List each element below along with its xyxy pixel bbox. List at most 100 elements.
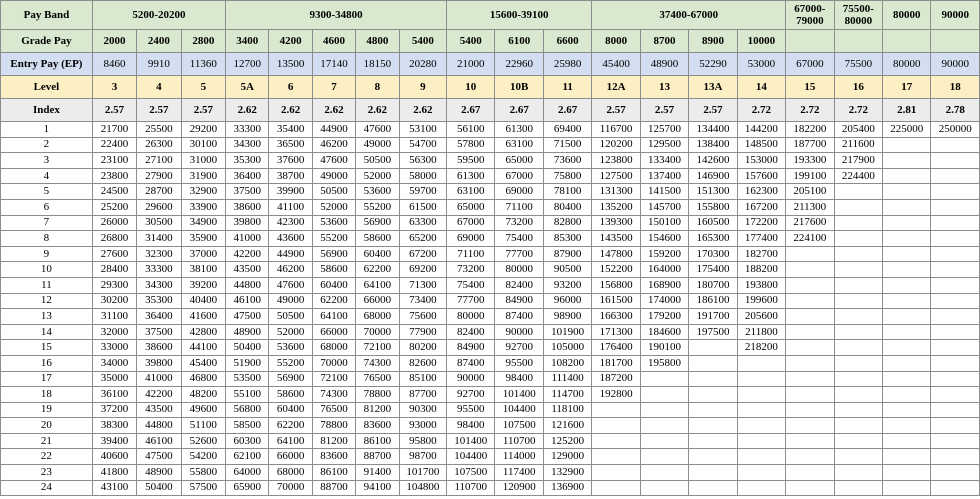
pay-cell: 37200	[91, 401, 138, 419]
pay-cell	[639, 464, 690, 481]
pay-cell: 157600	[736, 167, 787, 185]
pay-cell: 72100	[311, 370, 357, 388]
pay-cell: 57800	[446, 136, 496, 154]
entry-pay-cell: 75500	[833, 52, 884, 76]
pay-cell: 62100	[225, 448, 270, 466]
level-cell: 15	[785, 75, 835, 99]
pay-cell: 71300	[398, 276, 448, 294]
pay-cell: 191700	[688, 308, 738, 325]
pay-cell: 68000	[355, 308, 400, 325]
pay-cell: 36400	[136, 308, 182, 325]
pay-cell: 56900	[311, 245, 357, 263]
pay-cell: 135200	[591, 198, 641, 216]
pay-cell: 39800	[225, 214, 270, 232]
index-cell: 2.57	[639, 98, 690, 122]
row-index-cell: 18	[0, 386, 93, 403]
pay-cell: 120200	[591, 136, 641, 154]
grade-pay-cell: 2000	[91, 29, 138, 53]
pay-cell: 133400	[639, 152, 690, 169]
pay-cell: 107500	[494, 417, 544, 434]
pay-cell: 36400	[225, 167, 270, 185]
entry-pay-cell: 53000	[736, 52, 787, 76]
row-index-cell: 21	[0, 432, 93, 450]
grade-pay-cell: 4600	[311, 29, 357, 53]
pay-cell: 90000	[494, 323, 544, 341]
pay-cell: 59500	[446, 152, 496, 169]
pay-cell: 58500	[225, 417, 270, 434]
pay-cell: 28700	[136, 183, 182, 200]
pay-cell	[930, 183, 980, 200]
pay-cell	[882, 479, 932, 497]
row-index-cell: 4	[0, 167, 93, 185]
pay-band-group: 9300-34800	[225, 0, 448, 30]
pay-cell: 31000	[180, 152, 227, 169]
pay-cell	[882, 167, 932, 185]
index-cell: 2.57	[91, 98, 138, 122]
pay-cell: 43600	[268, 230, 313, 247]
row-index-cell: 23	[0, 464, 93, 481]
pay-cell: 168900	[639, 276, 690, 294]
row-index-cell: 10	[0, 261, 93, 278]
table-row: 7 26000 30500 34900 39800 42300 53600 56900 6330…	[0, 214, 980, 232]
table-row: 24 43100 50400 57500 65900 70000 88700 94100 104…	[0, 479, 980, 497]
pay-cell: 55200	[355, 198, 400, 216]
pay-cell: 179200	[639, 308, 690, 325]
pay-cell: 41100	[268, 198, 313, 216]
pay-cell: 49000	[268, 292, 313, 310]
pay-cell: 138400	[688, 136, 738, 154]
pay-cell	[833, 448, 884, 466]
grade-pay-cell: 5400	[398, 29, 448, 53]
pay-cell: 75400	[494, 230, 544, 247]
pay-cell	[785, 401, 835, 419]
pay-cell	[882, 417, 932, 434]
pay-cell: 55200	[311, 230, 357, 247]
pay-cell: 27100	[136, 152, 182, 169]
pay-cell: 64100	[355, 276, 400, 294]
pay-cell: 101900	[542, 323, 593, 341]
row-index-cell: 15	[0, 339, 93, 356]
row-index-cell: 11	[0, 276, 93, 294]
pay-cell	[688, 386, 738, 403]
grade-pay-cell	[882, 29, 932, 53]
pay-cell: 81200	[311, 432, 357, 450]
pay-cell: 92700	[446, 386, 496, 403]
pay-cell: 49000	[355, 136, 400, 154]
pay-cell: 114700	[542, 386, 593, 403]
pay-cell	[736, 401, 787, 419]
table-row: 15 33000 38600 44100 50400 53600 68000 72100 802…	[0, 339, 980, 356]
pay-cell: 28400	[91, 261, 138, 278]
pay-cell: 70000	[268, 479, 313, 497]
pay-cell: 60400	[311, 276, 357, 294]
pay-cell	[591, 417, 641, 434]
pay-cell	[833, 292, 884, 310]
pay-cell	[833, 261, 884, 278]
pay-cell: 45400	[180, 354, 227, 372]
row-index-cell: 6	[0, 198, 93, 216]
pay-cell: 56900	[355, 214, 400, 232]
pay-cell	[833, 401, 884, 419]
level-cell: 13	[639, 75, 690, 99]
pay-cell: 56100	[446, 121, 496, 138]
pay-cell: 69000	[446, 230, 496, 247]
pay-cell: 224400	[833, 167, 884, 185]
level-cell: 7	[311, 75, 357, 99]
pay-cell: 101400	[446, 432, 496, 450]
pay-cell	[930, 167, 980, 185]
pay-cell: 38600	[225, 198, 270, 216]
index-cell: 2.72	[785, 98, 835, 122]
index-cell: 2.67	[446, 98, 496, 122]
entry-pay-cell: 20280	[398, 52, 448, 76]
entry-pay-row: Entry Pay (EP) 8460 9910 11360 12700 13500 171…	[0, 52, 980, 76]
pay-cell: 42200	[225, 245, 270, 263]
index-label: Index	[0, 98, 93, 122]
pay-cell: 91400	[355, 464, 400, 481]
pay-cell	[882, 432, 932, 450]
table-row: 22 40600 47500 54200 62100 66000 83600 88700 987…	[0, 448, 980, 466]
row-index-cell: 7	[0, 214, 93, 232]
pay-cell: 23800	[91, 167, 138, 185]
table-row: 13 31100 36400 41600 47500 50500 64100 68000 756…	[0, 308, 980, 325]
pay-cell	[930, 136, 980, 154]
pay-cell: 52000	[355, 167, 400, 185]
pay-cell	[785, 386, 835, 403]
pay-cell: 55100	[225, 386, 270, 403]
